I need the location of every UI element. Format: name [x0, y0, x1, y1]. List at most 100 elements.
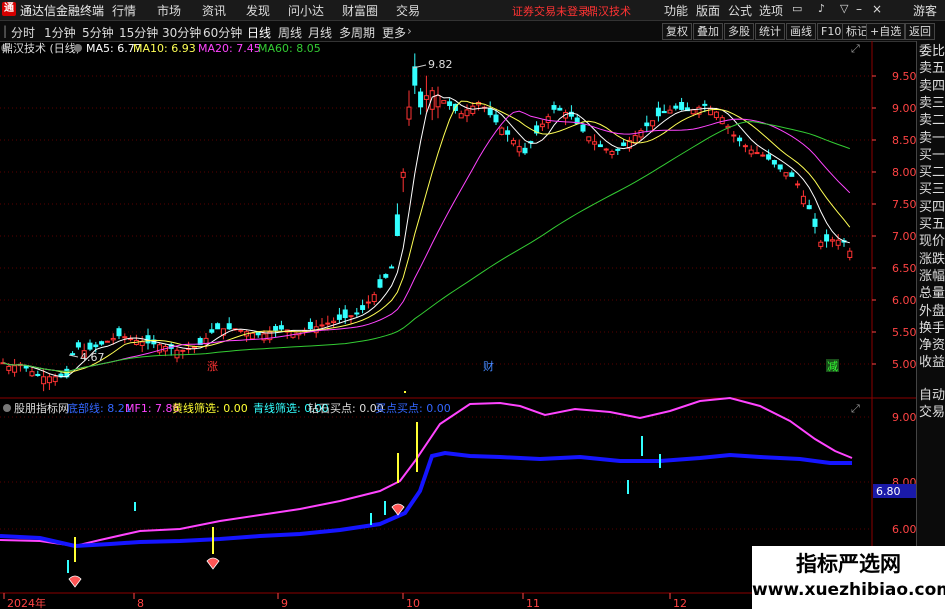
side-panel-item[interactable]: 换手 [919, 320, 945, 337]
candle-body[interactable] [690, 109, 696, 115]
candlesticks[interactable] [0, 53, 853, 392]
candle-body[interactable] [110, 337, 116, 341]
candle-body[interactable] [679, 102, 685, 110]
marker-jian[interactable]: 减 [827, 360, 838, 373]
candle-body[interactable] [505, 130, 511, 135]
candle-body[interactable] [470, 105, 476, 114]
candle-body[interactable] [6, 365, 12, 371]
candle-body[interactable] [742, 145, 748, 148]
candle-body[interactable] [238, 329, 244, 332]
candle-body[interactable] [580, 124, 586, 132]
menu-gongshi[interactable]: 公式 [728, 2, 752, 19]
candle-body[interactable] [75, 342, 81, 348]
candle-body[interactable] [806, 205, 812, 210]
candle-body[interactable] [655, 107, 661, 117]
candle-body[interactable] [307, 321, 313, 330]
side-panel-item[interactable]: 收益 [919, 354, 945, 371]
candle-body[interactable] [551, 105, 557, 110]
menu-gongneng[interactable]: 功能 [664, 2, 688, 19]
candle-body[interactable] [226, 323, 232, 330]
candle-body[interactable] [667, 109, 673, 114]
period-more[interactable]: 更多 [382, 24, 406, 41]
candle-body[interactable] [418, 91, 424, 108]
menu-zixun[interactable]: 资讯 [202, 2, 226, 19]
candle-body[interactable] [609, 151, 615, 155]
side-panel-item[interactable]: 卖一 [919, 130, 945, 147]
diejia-button[interactable]: 叠加 [693, 23, 723, 40]
candle-body[interactable] [70, 353, 76, 356]
chevron-right-icon[interactable]: › [407, 24, 412, 38]
tongji-button[interactable]: 统计 [755, 23, 785, 40]
side-panel-item[interactable]: 涨跌 [919, 251, 945, 268]
stock-chart[interactable]: 9.50 9.00 8.50 8.00 7.50 7.00 6.50 6.00 5.50 5.00… [0, 41, 916, 609]
period-30min[interactable]: 30分钟 [162, 24, 201, 41]
bell-icon[interactable]: ♪ [818, 2, 825, 15]
period-weekly[interactable]: 周线 [278, 24, 302, 41]
marker-cai[interactable]: 财 [483, 359, 494, 373]
menu-xuanxiang[interactable]: 选项 [759, 2, 783, 19]
candle-body[interactable] [41, 376, 47, 385]
candle-body[interactable] [389, 266, 395, 269]
duogu-button[interactable]: 多股 [724, 23, 754, 40]
candle-body[interactable] [441, 100, 447, 104]
candle-body[interactable] [557, 107, 563, 111]
candle-body[interactable] [597, 144, 603, 148]
candle-body[interactable] [139, 341, 145, 346]
candle-body[interactable] [702, 103, 708, 106]
candle-body[interactable] [795, 183, 801, 186]
candle-body[interactable] [800, 195, 806, 205]
candle-body[interactable] [847, 250, 853, 258]
candle-body[interactable] [731, 134, 737, 137]
candle-body[interactable] [331, 320, 337, 324]
candle-body[interactable] [87, 342, 93, 350]
period-1min[interactable]: 1分钟 [44, 24, 76, 41]
candle-body[interactable] [400, 171, 406, 178]
side-panel-item[interactable]: 委比 [919, 43, 945, 60]
candle-body[interactable] [737, 137, 743, 142]
candle-body[interactable] [777, 164, 783, 170]
candle-body[interactable] [122, 336, 128, 339]
candle-body[interactable] [644, 122, 650, 127]
side-panel-item[interactable]: 外盘 [919, 303, 945, 320]
menu-faxian[interactable]: 发现 [246, 2, 270, 19]
candle-body[interactable] [104, 340, 110, 343]
side-panel-item[interactable]: 买五 [919, 216, 945, 233]
candle-body[interactable] [760, 154, 766, 157]
candle-body[interactable] [458, 113, 464, 119]
candle-body[interactable] [713, 111, 719, 119]
candle-body[interactable] [499, 127, 505, 135]
menu-wenxiaoda[interactable]: 问小达 [288, 2, 324, 19]
ma-settings-icon[interactable] [74, 44, 82, 52]
candle-body[interactable] [632, 135, 638, 144]
period-fenshi[interactable]: 分时 [11, 24, 35, 41]
candle-body[interactable] [360, 305, 366, 310]
guest-label[interactable]: 游客 [913, 2, 937, 19]
candle-body[interactable] [638, 130, 644, 138]
candle-body[interactable] [539, 123, 545, 128]
candle-body[interactable] [377, 279, 383, 288]
candle-body[interactable] [99, 341, 105, 345]
login-notice[interactable]: 证券交易未登录 [512, 3, 589, 19]
candle-body[interactable] [273, 326, 279, 331]
indicator-expand-icon[interactable]: ⤢ [851, 402, 860, 415]
candle-body[interactable] [771, 160, 777, 165]
candle-body[interactable] [510, 139, 516, 145]
candle-body[interactable] [12, 365, 18, 373]
menu-caifuquan[interactable]: 财富圈 [342, 2, 378, 19]
marker-zhang[interactable]: 涨 [207, 360, 218, 373]
candle-body[interactable] [93, 344, 99, 348]
candle-body[interactable] [35, 373, 41, 376]
menu-banmian[interactable]: 版面 [696, 2, 720, 19]
diamond-buy-icon[interactable] [68, 575, 82, 588]
candle-body[interactable] [406, 106, 412, 120]
candle-body[interactable] [522, 147, 528, 154]
side-panel-item[interactable]: 卖二 [919, 112, 945, 129]
menu-shichang[interactable]: 市场 [157, 2, 181, 19]
candle-body[interactable] [789, 172, 795, 177]
message-icon[interactable]: ▭ [792, 2, 802, 15]
candle-body[interactable] [116, 328, 122, 337]
candle-body[interactable] [748, 149, 754, 155]
candle-body[interactable] [661, 111, 667, 114]
candle-body[interactable] [174, 349, 180, 359]
candle-body[interactable] [621, 142, 627, 146]
